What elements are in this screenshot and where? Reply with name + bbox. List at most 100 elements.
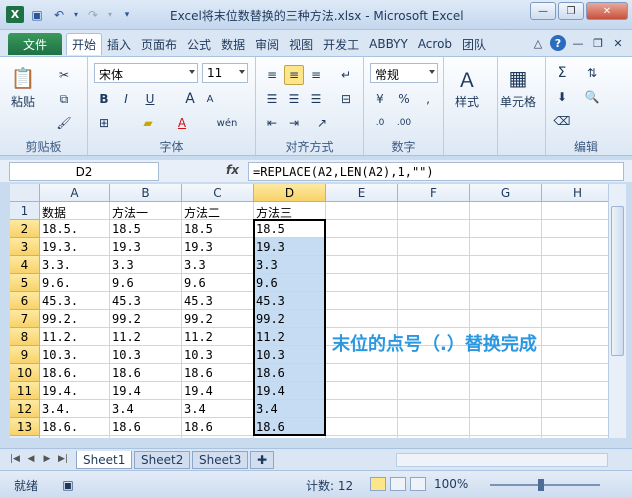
select-all-corner[interactable] <box>10 184 40 202</box>
cell-c1[interactable]: 方法二 <box>182 202 254 220</box>
cell-h9[interactable] <box>542 346 608 364</box>
paste-button[interactable]: 📋 粘贴 <box>8 63 38 110</box>
cell-c2[interactable]: 18.5 <box>182 220 254 238</box>
tab-acrobat[interactable]: Acrob <box>413 33 457 55</box>
cell-c14[interactable] <box>182 436 254 438</box>
bold-button[interactable]: B <box>94 89 114 109</box>
cell-a7[interactable]: 99.2. <box>40 310 110 328</box>
row-header[interactable]: 10 <box>10 364 40 382</box>
vertical-scroll-thumb[interactable] <box>611 206 624 356</box>
cell-f7[interactable] <box>398 310 470 328</box>
column-header-a[interactable]: A <box>40 184 110 202</box>
spreadsheet-grid[interactable]: A B C D E F G H 1 数据 方法一 方法二 方法三 2 18.5. 18.5 18.5 18.5 3 1… <box>10 184 608 438</box>
cell-g4[interactable] <box>470 256 542 274</box>
cell-d14[interactable] <box>254 436 326 438</box>
cell-f11[interactable] <box>398 382 470 400</box>
tab-developer[interactable]: 开发工 <box>318 33 364 55</box>
cell-b13[interactable]: 18.6 <box>110 418 182 436</box>
percent-button[interactable]: % <box>394 89 414 109</box>
cell-a2[interactable]: 18.5. <box>40 220 110 238</box>
cell-g14[interactable] <box>470 436 542 438</box>
cell-h1[interactable] <box>542 202 608 220</box>
cell-e1[interactable] <box>326 202 398 220</box>
cell-a1[interactable]: 数据 <box>40 202 110 220</box>
redo-dropdown-icon[interactable]: ▾ <box>106 6 114 23</box>
cell-a11[interactable]: 19.4. <box>40 382 110 400</box>
excel-logo-icon[interactable]: X <box>6 6 24 23</box>
cell-b8[interactable]: 11.2 <box>110 328 182 346</box>
prev-sheet-icon[interactable]: ◀ <box>24 452 38 466</box>
tab-review[interactable]: 审阅 <box>250 33 284 55</box>
undo-dropdown-icon[interactable]: ▾ <box>72 6 80 23</box>
cell-c3[interactable]: 19.3 <box>182 238 254 256</box>
cell-f12[interactable] <box>398 400 470 418</box>
column-header-f[interactable]: F <box>398 184 470 202</box>
cell-g12[interactable] <box>470 400 542 418</box>
fx-button[interactable]: fx <box>226 163 239 177</box>
align-center-icon[interactable]: ☰ <box>284 89 304 109</box>
cell-c8[interactable]: 11.2 <box>182 328 254 346</box>
row-header[interactable]: 2 <box>10 220 40 238</box>
wrap-text-icon[interactable]: ↵ <box>336 65 356 85</box>
cell-d8[interactable]: 11.2 <box>254 328 326 346</box>
decrease-indent-icon[interactable]: ⇤ <box>262 113 282 133</box>
cell-g7[interactable] <box>470 310 542 328</box>
cell-c11[interactable]: 19.4 <box>182 382 254 400</box>
zoom-slider-thumb[interactable] <box>538 479 544 491</box>
cell-a14[interactable] <box>40 436 110 438</box>
cell-e12[interactable] <box>326 400 398 418</box>
grow-font-button[interactable]: A <box>180 89 200 109</box>
sort-filter-icon[interactable]: ⇅ <box>582 63 602 83</box>
tab-formulas[interactable]: 公式 <box>182 33 216 55</box>
first-sheet-icon[interactable]: |◀ <box>8 452 22 466</box>
sheet-tab-1[interactable]: Sheet1 <box>76 451 133 469</box>
close-workbook-icon[interactable]: ✕ <box>610 35 626 51</box>
cell-e11[interactable] <box>326 382 398 400</box>
cell-b1[interactable]: 方法一 <box>110 202 182 220</box>
cell-e13[interactable] <box>326 418 398 436</box>
cell-f10[interactable] <box>398 364 470 382</box>
cell-h7[interactable] <box>542 310 608 328</box>
cell-h3[interactable] <box>542 238 608 256</box>
cell-c7[interactable]: 99.2 <box>182 310 254 328</box>
redo-icon[interactable]: ↷ <box>84 6 102 23</box>
fill-icon[interactable]: ⬇ <box>552 87 572 107</box>
cell-b11[interactable]: 19.4 <box>110 382 182 400</box>
minimize-button[interactable]: — <box>530 2 556 20</box>
sheet-tab-2[interactable]: Sheet2 <box>134 451 191 469</box>
cell-a3[interactable]: 19.3. <box>40 238 110 256</box>
row-header[interactable]: 5 <box>10 274 40 292</box>
fill-color-icon[interactable]: ▰ <box>138 113 158 133</box>
cell-c12[interactable]: 3.4 <box>182 400 254 418</box>
tab-team[interactable]: 团队 <box>457 33 491 55</box>
autosum-button[interactable]: Σ <box>552 63 572 83</box>
cell-c9[interactable]: 10.3 <box>182 346 254 364</box>
page-layout-view-icon[interactable] <box>390 477 406 491</box>
tab-file[interactable]: 文件 <box>8 33 62 55</box>
border-icon[interactable]: ⊞ <box>94 113 114 133</box>
align-left-icon[interactable]: ☰ <box>262 89 282 109</box>
number-format-select[interactable]: 常规 <box>370 63 438 83</box>
page-break-view-icon[interactable] <box>410 477 426 491</box>
column-header-g[interactable]: G <box>470 184 542 202</box>
cell-g1[interactable] <box>470 202 542 220</box>
tab-abbyy[interactable]: ABBYY <box>364 33 413 55</box>
clear-icon[interactable]: ⌫ <box>552 111 572 131</box>
cell-e7[interactable] <box>326 310 398 328</box>
cell-e5[interactable] <box>326 274 398 292</box>
cell-d10[interactable]: 18.6 <box>254 364 326 382</box>
cell-c5[interactable]: 9.6 <box>182 274 254 292</box>
sheet-tab-3[interactable]: Sheet3 <box>192 451 249 469</box>
cell-c13[interactable]: 18.6 <box>182 418 254 436</box>
cell-h11[interactable] <box>542 382 608 400</box>
cell-c10[interactable]: 18.6 <box>182 364 254 382</box>
cell-d2[interactable]: 18.5 <box>254 220 326 238</box>
cell-b4[interactable]: 3.3 <box>110 256 182 274</box>
font-name-select[interactable]: 宋体 <box>94 63 198 83</box>
shrink-font-button[interactable]: A <box>200 89 220 109</box>
undo-icon[interactable]: ↶ <box>50 6 68 23</box>
decrease-decimal-icon[interactable]: .00 <box>394 113 414 133</box>
help-icon[interactable]: ? <box>550 35 566 51</box>
cell-c4[interactable]: 3.3 <box>182 256 254 274</box>
row-header[interactable]: 7 <box>10 310 40 328</box>
